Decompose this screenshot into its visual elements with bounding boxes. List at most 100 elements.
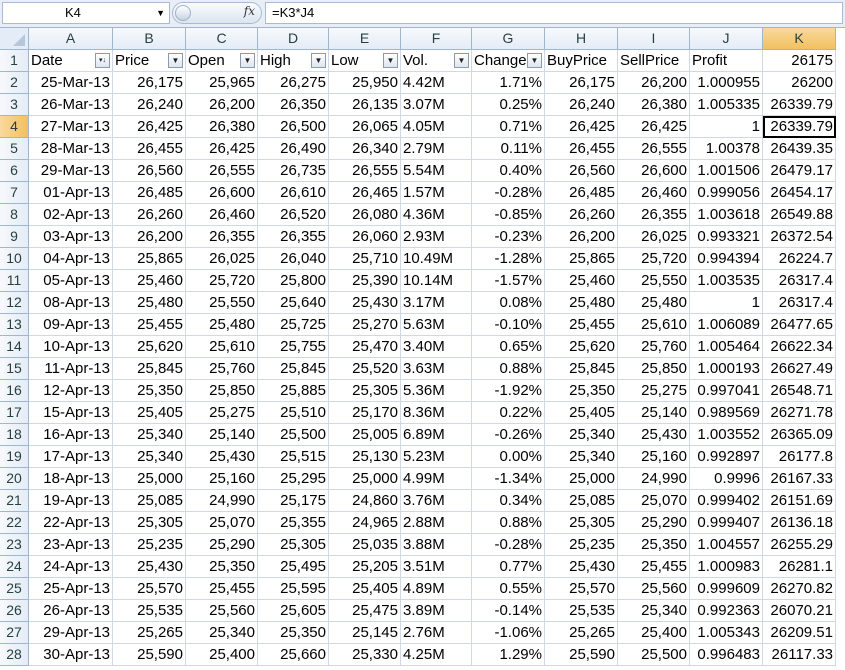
- cell-C[interactable]: 25,400: [186, 644, 258, 666]
- cell-E[interactable]: 25,035: [329, 534, 401, 556]
- cell-C[interactable]: 25,275: [186, 402, 258, 424]
- cell-J[interactable]: 0.999056: [690, 182, 763, 204]
- cell-G[interactable]: 0.40%: [472, 160, 545, 182]
- cell-F[interactable]: 4.99M: [401, 468, 472, 490]
- cell-H[interactable]: 25,405: [545, 402, 618, 424]
- cell-C[interactable]: 26,025: [186, 248, 258, 270]
- column-header-C[interactable]: C: [186, 28, 258, 50]
- row-header[interactable]: 7: [0, 182, 29, 204]
- row-header[interactable]: 19: [0, 446, 29, 468]
- cell-I[interactable]: 25,140: [618, 402, 690, 424]
- cell-J[interactable]: 0.994394: [690, 248, 763, 270]
- cell-K[interactable]: 26549.88: [763, 204, 836, 226]
- cell-C[interactable]: 25,140: [186, 424, 258, 446]
- cell-K[interactable]: 26479.17: [763, 160, 836, 182]
- cell-D[interactable]: 25,640: [258, 292, 329, 314]
- cell-A[interactable]: 29-Apr-13: [29, 622, 113, 644]
- cell-D[interactable]: 25,350: [258, 622, 329, 644]
- row-header[interactable]: 12: [0, 292, 29, 314]
- cell-G[interactable]: 1.29%: [472, 644, 545, 666]
- row-header[interactable]: 28: [0, 644, 29, 666]
- cell-J[interactable]: 1.005464: [690, 336, 763, 358]
- cell-B[interactable]: 25,085: [113, 490, 186, 512]
- cell-H[interactable]: 25,350: [545, 380, 618, 402]
- cell-D[interactable]: 25,355: [258, 512, 329, 534]
- cell-B[interactable]: 25,455: [113, 314, 186, 336]
- cell-J[interactable]: 0.997041: [690, 380, 763, 402]
- cell-G[interactable]: -0.14%: [472, 600, 545, 622]
- cell-I[interactable]: 25,340: [618, 600, 690, 622]
- row-header[interactable]: 22: [0, 512, 29, 534]
- cell-E[interactable]: 25,270: [329, 314, 401, 336]
- cell-E[interactable]: 25,430: [329, 292, 401, 314]
- row-header[interactable]: 26: [0, 600, 29, 622]
- row-header[interactable]: 10: [0, 248, 29, 270]
- cell-C[interactable]: 26,425: [186, 138, 258, 160]
- cell-A[interactable]: 16-Apr-13: [29, 424, 113, 446]
- row-header[interactable]: 23: [0, 534, 29, 556]
- row-header[interactable]: 8: [0, 204, 29, 226]
- cell-F[interactable]: 5.63M: [401, 314, 472, 336]
- column-title-F[interactable]: Vol. ▼: [401, 50, 472, 72]
- cell-F[interactable]: 4.05M: [401, 116, 472, 138]
- cell-J[interactable]: 1.000955: [690, 72, 763, 94]
- cell-A[interactable]: 03-Apr-13: [29, 226, 113, 248]
- cell-E[interactable]: 24,860: [329, 490, 401, 512]
- cell-K[interactable]: 26167.33: [763, 468, 836, 490]
- row-header[interactable]: 17: [0, 402, 29, 424]
- cell-A[interactable]: 24-Apr-13: [29, 556, 113, 578]
- cell-B[interactable]: 26,260: [113, 204, 186, 226]
- cell-H[interactable]: 25,590: [545, 644, 618, 666]
- cell-D[interactable]: 25,510: [258, 402, 329, 424]
- cell-I[interactable]: 25,070: [618, 490, 690, 512]
- cell-C[interactable]: 25,850: [186, 380, 258, 402]
- cell-A[interactable]: 04-Apr-13: [29, 248, 113, 270]
- cell-D[interactable]: 25,605: [258, 600, 329, 622]
- cell-F[interactable]: 3.76M: [401, 490, 472, 512]
- cell-D[interactable]: 25,500: [258, 424, 329, 446]
- cell-J[interactable]: 1: [690, 292, 763, 314]
- cell-C[interactable]: 25,610: [186, 336, 258, 358]
- cell-D[interactable]: 25,800: [258, 270, 329, 292]
- cell-B[interactable]: 26,455: [113, 138, 186, 160]
- cell-I[interactable]: 25,610: [618, 314, 690, 336]
- cell-B[interactable]: 26,175: [113, 72, 186, 94]
- column-header-J[interactable]: J: [690, 28, 763, 50]
- cell-E[interactable]: 25,000: [329, 468, 401, 490]
- cell-J[interactable]: 1.003535: [690, 270, 763, 292]
- column-title-C[interactable]: Open ▼: [186, 50, 258, 72]
- cell-A[interactable]: 26-Apr-13: [29, 600, 113, 622]
- cell-D[interactable]: 25,305: [258, 534, 329, 556]
- cell-D[interactable]: 25,885: [258, 380, 329, 402]
- cell-H[interactable]: 26,260: [545, 204, 618, 226]
- row-header[interactable]: 4: [0, 116, 29, 138]
- cell-F[interactable]: 3.63M: [401, 358, 472, 380]
- cell-B[interactable]: 25,590: [113, 644, 186, 666]
- cell-G[interactable]: 0.25%: [472, 94, 545, 116]
- column-title-I[interactable]: SellPrice: [618, 50, 690, 72]
- cell-H[interactable]: 26,560: [545, 160, 618, 182]
- column-title-A[interactable]: Date ▾↓: [29, 50, 113, 72]
- cell-B[interactable]: 26,485: [113, 182, 186, 204]
- cell-K[interactable]: 26365.09: [763, 424, 836, 446]
- cell-A[interactable]: 25-Mar-13: [29, 72, 113, 94]
- name-box-dropdown-icon[interactable]: ▼: [156, 3, 165, 23]
- cell-C[interactable]: 26,200: [186, 94, 258, 116]
- cell-K[interactable]: 26224.7: [763, 248, 836, 270]
- cell-D[interactable]: 26,275: [258, 72, 329, 94]
- cell-B[interactable]: 25,845: [113, 358, 186, 380]
- row-header[interactable]: 13: [0, 314, 29, 336]
- cell-E[interactable]: 25,470: [329, 336, 401, 358]
- cell-C[interactable]: 25,560: [186, 600, 258, 622]
- cell-F[interactable]: 3.89M: [401, 600, 472, 622]
- cell-F[interactable]: 5.36M: [401, 380, 472, 402]
- cell-K[interactable]: 26477.65: [763, 314, 836, 336]
- cell-G[interactable]: 0.11%: [472, 138, 545, 160]
- cell-K[interactable]: 26255.29: [763, 534, 836, 556]
- cell-D[interactable]: 25,755: [258, 336, 329, 358]
- cell-D[interactable]: 26,040: [258, 248, 329, 270]
- cell-H[interactable]: 25,460: [545, 270, 618, 292]
- column-header-K[interactable]: K: [763, 28, 836, 50]
- cell-C[interactable]: 25,480: [186, 314, 258, 336]
- cell-H[interactable]: 25,085: [545, 490, 618, 512]
